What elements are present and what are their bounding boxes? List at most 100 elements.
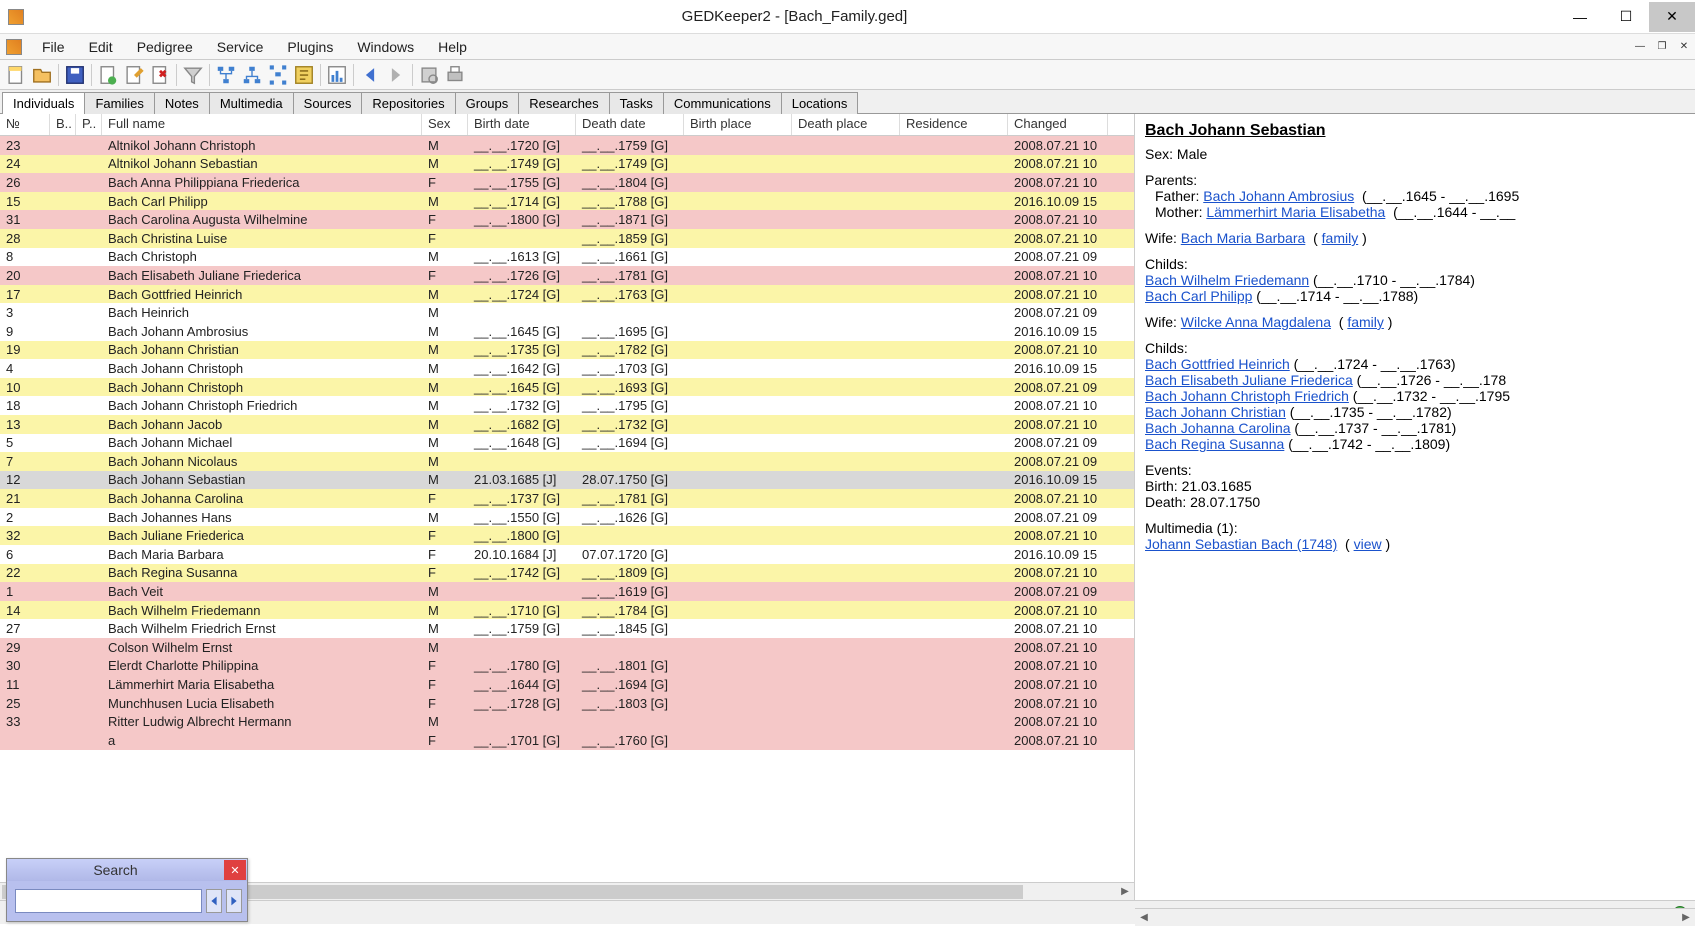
table-row[interactable]: 26Bach Anna Philippiana FriedericaF__.__… [0,173,1134,192]
mdi-close-button[interactable]: ✕ [1673,36,1695,58]
child-link[interactable]: Bach Elisabeth Juliane Friederica [1145,372,1353,388]
nav-forward-button[interactable] [384,63,408,87]
tab-families[interactable]: Families [84,92,154,114]
open-file-button[interactable] [30,63,54,87]
table-row[interactable]: 23Altnikol Johann ChristophM__.__.1720 [… [0,136,1134,155]
tab-notes[interactable]: Notes [154,92,210,114]
nav-back-button[interactable] [358,63,382,87]
table-row[interactable]: 12Bach Johann SebastianM21.03.1685 [J]28… [0,471,1134,490]
mdi-restore-button[interactable]: ❐ [1651,36,1673,58]
tree-both-button[interactable] [266,63,290,87]
table-row[interactable]: 9Bach Johann AmbrosiusM__.__.1645 [G]__.… [0,322,1134,341]
table-row[interactable]: 24Altnikol Johann SebastianM__.__.1749 [… [0,155,1134,174]
table-row[interactable]: 31Bach Carolina Augusta WilhelmineF__.__… [0,210,1134,229]
column-header[interactable]: B.. [50,114,76,135]
family2-link[interactable]: family [1347,314,1384,330]
child-link[interactable]: Bach Regina Susanna [1145,436,1284,452]
table-row[interactable]: 8Bach ChristophM__.__.1613 [G]__.__.1661… [0,248,1134,267]
mother-link[interactable]: Lämmerhirt Maria Elisabetha [1206,204,1385,220]
table-row[interactable]: 27Bach Wilhelm Friedrich ErnstM__.__.175… [0,619,1134,638]
tab-multimedia[interactable]: Multimedia [209,92,294,114]
multimedia-link[interactable]: Johann Sebastian Bach (1748) [1145,536,1337,552]
table-row[interactable]: 2Bach Johannes HansM__.__.1550 [G]__.__.… [0,508,1134,527]
close-button[interactable]: ✕ [1649,2,1695,32]
table-row[interactable]: 4Bach Johann ChristophM__.__.1642 [G]__.… [0,359,1134,378]
child-link[interactable]: Bach Johanna Carolina [1145,420,1291,436]
table-row[interactable]: 28Bach Christina LuiseF__.__.1859 [G]200… [0,229,1134,248]
tree-descendants-button[interactable] [240,63,264,87]
column-header[interactable]: Birth place [684,114,792,135]
tab-locations[interactable]: Locations [781,92,859,114]
detail-scroll-right-icon[interactable]: ▶ [1677,909,1695,927]
menu-windows[interactable]: Windows [345,36,426,58]
column-header[interactable]: Full name [102,114,422,135]
menu-edit[interactable]: Edit [77,36,125,58]
table-row[interactable]: 21Bach Johanna CarolinaF__.__.1737 [G]__… [0,489,1134,508]
column-header[interactable]: Death place [792,114,900,135]
table-row[interactable]: 15Bach Carl PhilippM__.__.1714 [G]__.__.… [0,192,1134,211]
view-link[interactable]: view [1354,536,1382,552]
tree-ancestors-button[interactable] [214,63,238,87]
column-header[interactable]: Sex [422,114,468,135]
mdi-minimize-button[interactable]: — [1629,36,1651,58]
print-button[interactable] [443,63,467,87]
maximize-button[interactable]: ☐ [1603,2,1649,32]
table-row[interactable]: 18Bach Johann Christoph FriedrichM__.__.… [0,396,1134,415]
wife2-link[interactable]: Wilcke Anna Magdalena [1181,314,1331,330]
column-header[interactable]: № [0,114,50,135]
search-next-button[interactable] [226,889,242,913]
table-row[interactable]: 7Bach Johann NicolausM2008.07.21 09 [0,452,1134,471]
table-row[interactable]: 19Bach Johann ChristianM__.__.1735 [G]__… [0,341,1134,360]
column-header[interactable]: Death date [576,114,684,135]
table-row[interactable]: 5Bach Johann MichaelM__.__.1648 [G]__.__… [0,434,1134,453]
stats-button[interactable] [325,63,349,87]
scroll-right-icon[interactable]: ▶ [1116,883,1134,901]
column-header[interactable]: Residence [900,114,1008,135]
child-link[interactable]: Bach Johann Christian [1145,404,1286,420]
child-link[interactable]: Bach Johann Christoph Friedrich [1145,388,1349,404]
search-prev-button[interactable] [206,889,222,913]
table-row[interactable]: 29Colson Wilhelm ErnstM2008.07.21 10 [0,638,1134,657]
table-row[interactable]: 22Bach Regina SusannaF__.__.1742 [G]__._… [0,564,1134,583]
table-row[interactable]: 20Bach Elisabeth Juliane FriedericaF__._… [0,266,1134,285]
table-row[interactable]: 10Bach Johann ChristophM__.__.1645 [G]__… [0,378,1134,397]
menu-plugins[interactable]: Plugins [275,36,345,58]
table-row[interactable]: 17Bach Gottfried HeinrichM__.__.1724 [G]… [0,285,1134,304]
table-row[interactable]: 25Munchhusen Lucia ElisabethF__.__.1728 … [0,694,1134,713]
table-row[interactable]: aF__.__.1701 [G]__.__.1760 [G]2008.07.21… [0,731,1134,750]
delete-record-button[interactable] [148,63,172,87]
table-row[interactable]: 3Bach HeinrichM2008.07.21 09 [0,303,1134,322]
child-link[interactable]: Bach Gottfried Heinrich [1145,356,1290,372]
table-row[interactable]: 6Bach Maria BarbaraF20.10.1684 [J]07.07.… [0,545,1134,564]
tab-individuals[interactable]: Individuals [2,92,85,114]
new-file-button[interactable] [4,63,28,87]
pedigree-button[interactable] [292,63,316,87]
save-button[interactable] [63,63,87,87]
menu-file[interactable]: File [30,36,77,58]
table-row[interactable]: 33Ritter Ludwig Albrecht HermannM2008.07… [0,712,1134,731]
add-record-button[interactable] [96,63,120,87]
detail-scroll-left-icon[interactable]: ◀ [1135,909,1153,927]
child-link[interactable]: Bach Wilhelm Friedemann [1145,272,1309,288]
minimize-button[interactable]: — [1557,2,1603,32]
column-header[interactable]: Changed [1008,114,1108,135]
tab-researches[interactable]: Researches [518,92,609,114]
tab-communications[interactable]: Communications [663,92,782,114]
wife1-link[interactable]: Bach Maria Barbara [1181,230,1306,246]
table-row[interactable]: 1Bach VeitM__.__.1619 [G]2008.07.21 09 [0,582,1134,601]
edit-record-button[interactable] [122,63,146,87]
tab-sources[interactable]: Sources [293,92,363,114]
table-row[interactable]: 14Bach Wilhelm FriedemannM__.__.1710 [G]… [0,601,1134,620]
father-link[interactable]: Bach Johann Ambrosius [1203,188,1354,204]
tab-tasks[interactable]: Tasks [609,92,664,114]
column-header[interactable]: P.. [76,114,102,135]
table-row[interactable]: 13Bach Johann JacobM__.__.1682 [G]__.__.… [0,415,1134,434]
family1-link[interactable]: family [1322,230,1359,246]
search-input[interactable] [15,889,202,913]
filter-button[interactable] [181,63,205,87]
tab-repositories[interactable]: Repositories [361,92,455,114]
table-row[interactable]: 11Lämmerhirt Maria ElisabethaF__.__.1644… [0,675,1134,694]
print-preview-button[interactable] [417,63,441,87]
menu-pedigree[interactable]: Pedigree [125,36,205,58]
table-row[interactable]: 30Elerdt Charlotte PhilippinaF__.__.1780… [0,657,1134,676]
